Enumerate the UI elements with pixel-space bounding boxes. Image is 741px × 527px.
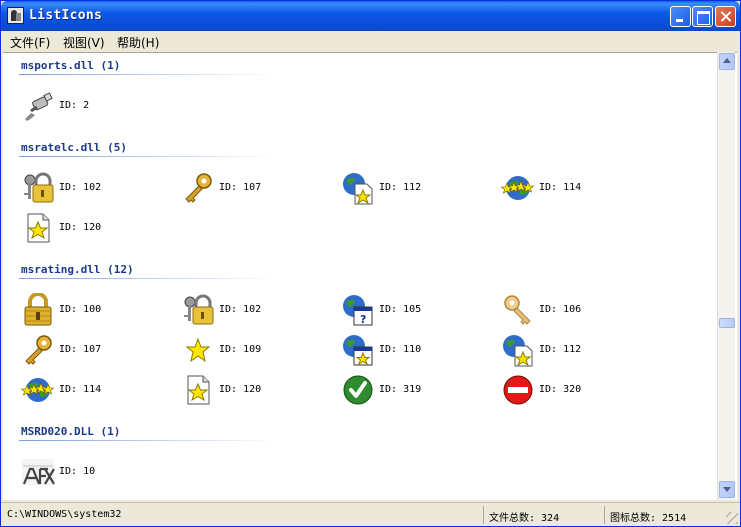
globe-stars-icon: [500, 171, 535, 205]
red-no-entry-icon: [501, 373, 535, 407]
group-title: msratelc.dll (5): [21, 141, 127, 154]
globe-window-star-icon: [341, 333, 375, 367]
globe-window-question-icon: ?: [341, 293, 375, 327]
icon-list-item[interactable]: ID: 114: [20, 373, 171, 409]
globe-document-star-icon: [501, 333, 535, 367]
icon-id-label: ID: 114: [539, 182, 582, 193]
menu-help[interactable]: 帮助(H): [117, 34, 159, 51]
status-icon-count: 图标总数: 2514: [604, 506, 724, 524]
icon-list-item[interactable]: ID: 112: [501, 333, 651, 369]
icon-list-item[interactable]: ID: 10: [21, 455, 171, 491]
icon-id-label: ID: 110: [379, 344, 422, 355]
scroll-up-button[interactable]: [719, 53, 735, 70]
green-check-icon: [341, 373, 375, 407]
padlock-keys-icon: [181, 293, 215, 327]
cable-plug-icon: [21, 89, 55, 123]
icon-id-label: ID: 319: [379, 384, 422, 395]
microsoft-afx-logo-icon: [21, 455, 55, 489]
icon-id-label: ID: 320: [539, 384, 582, 395]
group-divider: [19, 278, 279, 279]
minimize-button[interactable]: [670, 6, 691, 27]
group-title: msrating.dll (12): [21, 263, 134, 276]
globe-stars-icon: [20, 373, 55, 407]
window: ListIcons 文件(F) 视图(V) 帮助(H) msports.dll …: [0, 0, 741, 527]
icon-id-label: ID: 112: [379, 182, 422, 193]
group-header: MSRD020.DLL (1): [19, 425, 339, 443]
icon-list-item[interactable]: ID: 100: [21, 292, 171, 329]
group-header: msports.dll (1): [19, 59, 339, 77]
icon-id-label: ID: 114: [59, 384, 102, 395]
icon-list-item[interactable]: ID: 109: [181, 333, 331, 369]
icon-list-item[interactable]: ID: 114: [500, 171, 651, 207]
group-header: msratelc.dll (5): [19, 141, 339, 159]
icon-id-label: ID: 109: [219, 344, 262, 355]
status-bar: C:\WINDOWS\system32 文件总数: 324 图标总数: 2514: [1, 502, 740, 526]
group-divider: [19, 74, 279, 75]
padlock-icon: [21, 292, 55, 327]
status-file-count: 文件总数: 324: [483, 506, 603, 524]
icon-id-label: ID: 102: [219, 304, 262, 315]
icon-list-item[interactable]: ID: 107: [21, 333, 171, 369]
group-divider: [19, 156, 279, 157]
icon-list-item[interactable]: ID: 120: [21, 211, 171, 247]
icon-id-label: ID: 2: [59, 100, 90, 111]
icon-list-item[interactable]: ID: 120: [181, 373, 331, 409]
status-path: C:\WINDOWS\system32: [7, 509, 122, 520]
icon-list-item[interactable]: ID: 2: [21, 89, 171, 125]
icon-list-item[interactable]: ? ID: 105: [341, 293, 491, 329]
icon-list-item[interactable]: ID: 102: [181, 293, 331, 329]
menu-file[interactable]: 文件(F): [10, 34, 50, 51]
icon-list-item[interactable]: ID: 320: [501, 373, 651, 409]
icon-id-label: ID: 112: [539, 344, 582, 355]
icon-id-label: ID: 10: [59, 466, 96, 477]
icon-id-label: ID: 106: [539, 304, 582, 315]
icon-list-view[interactable]: msports.dll (1) ID: 2 msratelc.dll (5) ID: …: [3, 52, 737, 500]
icon-id-label: ID: 105: [379, 304, 422, 315]
icon-id-label: ID: 120: [219, 384, 262, 395]
icon-id-label: ID: 120: [59, 222, 102, 233]
key-icon: [181, 171, 215, 205]
icon-list-item[interactable]: ID: 110: [341, 333, 491, 369]
menu-view[interactable]: 视图(V): [63, 34, 105, 51]
star-icon: [181, 333, 215, 367]
key-faded-icon: [501, 293, 535, 327]
icon-list-item[interactable]: ID: 319: [341, 373, 491, 409]
padlock-keys-icon: [21, 171, 55, 205]
resize-grip[interactable]: [726, 512, 738, 524]
group-header: msrating.dll (12): [19, 263, 339, 281]
key-icon: [21, 333, 55, 367]
close-button[interactable]: [715, 6, 736, 27]
vertical-scrollbar[interactable]: [717, 52, 735, 500]
icon-id-label: ID: 100: [59, 304, 102, 315]
icon-list-item[interactable]: ID: 112: [341, 171, 491, 207]
svg-text:?: ?: [360, 313, 366, 326]
scroll-down-button[interactable]: [719, 481, 735, 498]
group-divider: [19, 440, 279, 441]
menu-bar: 文件(F) 视图(V) 帮助(H): [1, 31, 740, 51]
document-star-icon: [21, 211, 55, 245]
icon-list-item[interactable]: ID: 106: [501, 293, 651, 329]
icon-id-label: ID: 107: [219, 182, 262, 193]
icon-id-label: ID: 107: [59, 344, 102, 355]
group-title: MSRD020.DLL (1): [21, 425, 121, 438]
scroll-thumb[interactable]: [719, 318, 735, 328]
maximize-button[interactable]: [692, 6, 713, 27]
group-title: msports.dll (1): [21, 59, 121, 72]
icon-list-item[interactable]: ID: 102: [21, 171, 171, 207]
icon-id-label: ID: 102: [59, 182, 102, 193]
document-star-icon: [181, 373, 215, 407]
window-title: ListIcons: [29, 8, 103, 23]
icon-list-item[interactable]: ID: 107: [181, 171, 331, 207]
globe-document-star-icon: [341, 171, 375, 205]
title-bar[interactable]: ListIcons: [1, 1, 740, 31]
app-icon[interactable]: [7, 7, 24, 24]
